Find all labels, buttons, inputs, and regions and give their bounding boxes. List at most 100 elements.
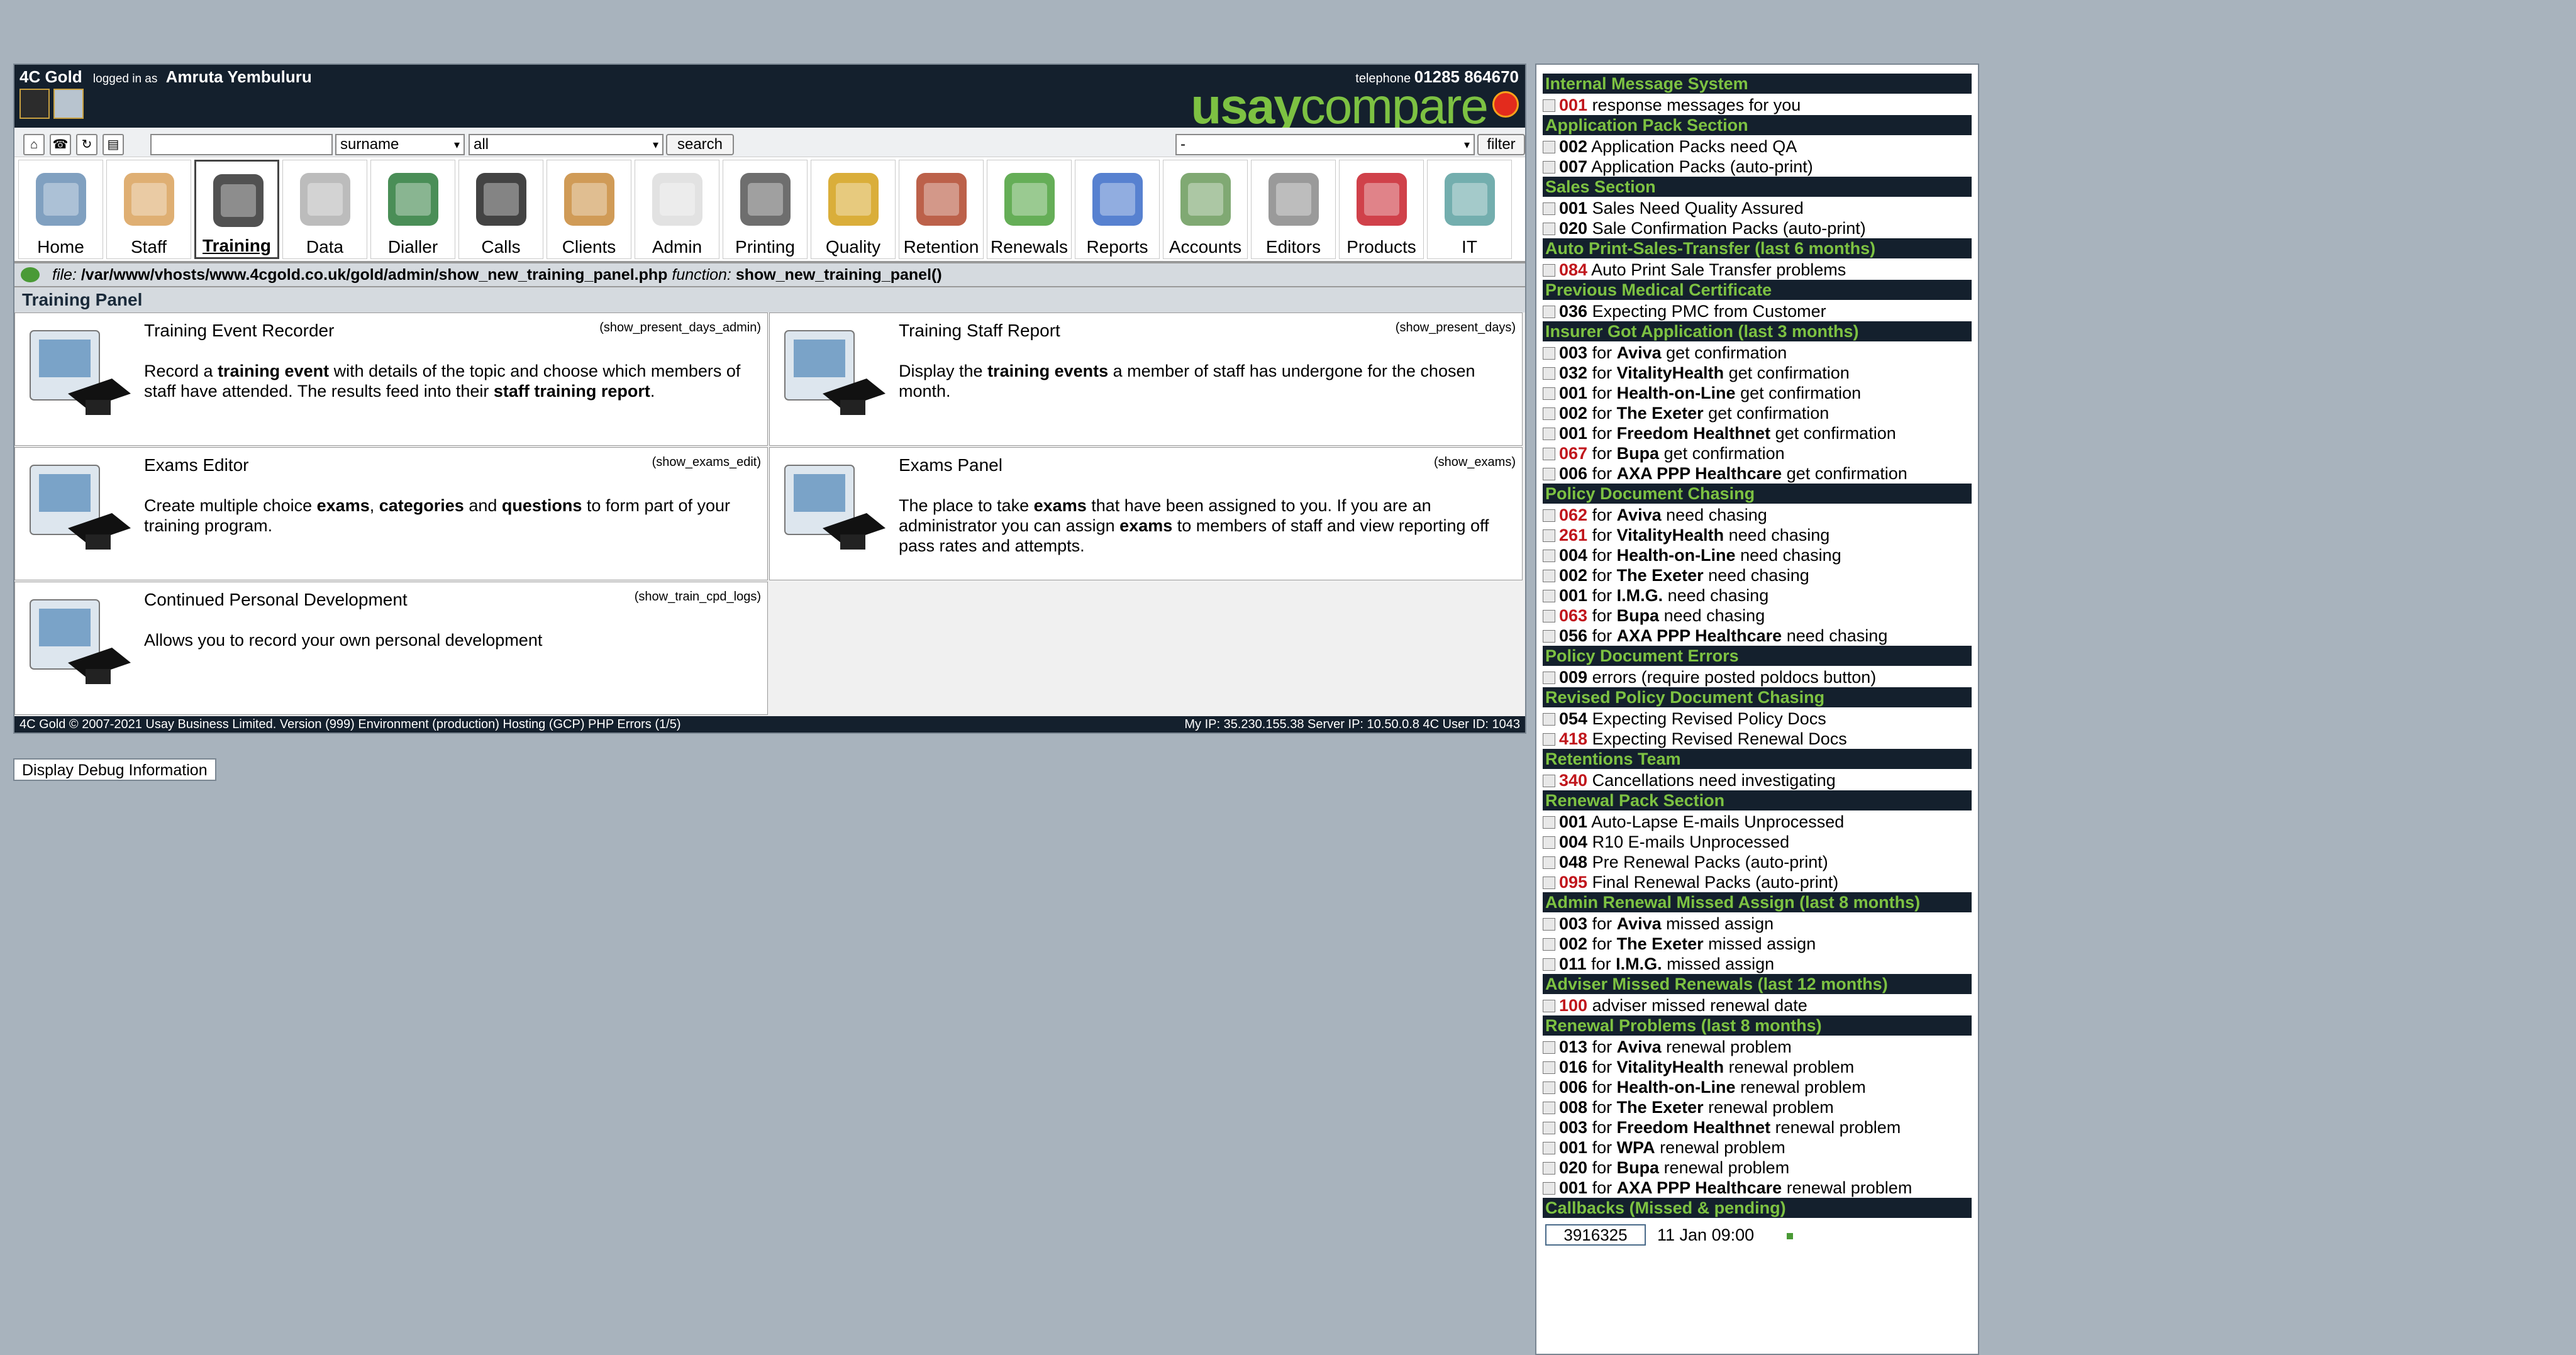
org-chart-icon[interactable] (19, 89, 50, 119)
file-info-bar: file: /var/www/vhosts/www.4cgold.co.uk/g… (14, 262, 1525, 287)
nav-it[interactable]: IT (1427, 160, 1512, 259)
card-show_train_cpd_logs[interactable]: Continued Personal Development (show_trai… (14, 582, 768, 715)
card-title[interactable]: Continued Personal Development (144, 590, 408, 610)
refresh-small-icon[interactable]: ↻ (76, 134, 97, 155)
status-icon (1543, 1041, 1555, 1054)
sidebar-item[interactable]: 032 for VitalityHealth get confirmation (1543, 363, 1972, 383)
training-cards: Training Event Recorder (show_present_day… (14, 312, 1525, 716)
card-title[interactable]: Exams Panel (899, 455, 1002, 475)
nav-staff[interactable]: Staff (106, 160, 191, 259)
sidebar-item[interactable]: 001 Sales Need Quality Assured (1543, 198, 1972, 218)
callback-id[interactable]: 3916325 (1545, 1224, 1646, 1246)
sidebar-item[interactable]: 418 Expecting Revised Renewal Docs (1543, 729, 1972, 749)
sidebar-item[interactable]: 054 Expecting Revised Policy Docs (1543, 709, 1972, 729)
nav-printing[interactable]: Printing (723, 160, 808, 259)
item-count: 020 (1559, 219, 1588, 238)
home-small-icon[interactable]: ⌂ (23, 134, 45, 155)
nav-quality[interactable]: Quality (811, 160, 896, 259)
house-icon (30, 164, 92, 235)
sidebar-item[interactable]: 009 errors (require posted poldocs butto… (1543, 667, 1972, 687)
nav-editors[interactable]: Editors (1251, 160, 1336, 259)
sidebar-item[interactable]: 007 Application Packs (auto-print) (1543, 157, 1972, 177)
sidebar-item[interactable]: 062 for Aviva need chasing (1543, 505, 1972, 525)
sidebar-item[interactable]: 001 for WPA renewal problem (1543, 1137, 1972, 1158)
nav-home[interactable]: Home (18, 160, 103, 259)
item-text: renewal problem (1655, 1138, 1785, 1157)
sidebar-item[interactable]: 006 for Health-on-Line renewal problem (1543, 1077, 1972, 1097)
nav-accounts[interactable]: Accounts (1163, 160, 1248, 259)
sidebar-item[interactable]: 067 for Bupa get confirmation (1543, 443, 1972, 463)
filter-select[interactable]: - ▾ (1175, 134, 1475, 155)
printer-queue-icon[interactable] (53, 89, 84, 119)
sidebar-item[interactable]: 001 for AXA PPP Healthcare renewal probl… (1543, 1178, 1972, 1198)
sidebar-item[interactable]: 008 for The Exeter renewal problem (1543, 1097, 1972, 1117)
nav-renewals[interactable]: Renewals (987, 160, 1072, 259)
nav-products[interactable]: Products (1339, 160, 1424, 259)
sidebar-item[interactable]: 020 Sale Confirmation Packs (auto-print) (1543, 218, 1972, 238)
card-show_present_days[interactable]: Training Staff Report (show_present_days)… (769, 312, 1523, 446)
card-show_exams[interactable]: Exams Panel (show_exams) The place to take… (769, 447, 1523, 580)
sidebar-item[interactable]: 340 Cancellations need investigating (1543, 770, 1972, 790)
filter-button[interactable]: filter (1477, 134, 1525, 155)
nav-data[interactable]: Data (282, 160, 367, 259)
sidebar-item[interactable]: 100 adviser missed renewal date (1543, 995, 1972, 1015)
sidebar-item[interactable]: 003 for Freedom Healthnet renewal proble… (1543, 1117, 1972, 1137)
sidebar-item[interactable]: 002 Application Packs need QA (1543, 136, 1972, 157)
sidebar-item[interactable]: 003 for Aviva get confirmation (1543, 343, 1972, 363)
sidebar-item[interactable]: 001 for Health-on-Line get confirmation (1543, 383, 1972, 403)
card-description: Allows you to record your own personal d… (144, 631, 543, 650)
sidebar-item[interactable]: 002 for The Exeter get confirmation (1543, 403, 1972, 423)
sidebar-item[interactable]: 016 for VitalityHealth renewal problem (1543, 1057, 1972, 1077)
section-heading: Revised Policy Document Chasing (1543, 687, 1972, 707)
sidebar-item[interactable]: 011 for I.M.G. missed assign (1543, 954, 1972, 974)
sidebar-item[interactable]: 001 Auto-Lapse E-mails Unprocessed (1543, 812, 1972, 832)
item-text: need chasing (1782, 626, 1888, 645)
item-insurer: VitalityHealth (1616, 363, 1724, 382)
presentation-graduation-icon (779, 324, 892, 438)
document-small-icon[interactable]: ▤ (103, 134, 124, 155)
sidebar-item[interactable]: 056 for AXA PPP Healthcare need chasing (1543, 626, 1972, 646)
sidebar-item[interactable]: 004 R10 E-mails Unprocessed (1543, 832, 1972, 852)
sidebar-item[interactable]: 063 for Bupa need chasing (1543, 606, 1972, 626)
phone-small-icon[interactable]: ☎ (50, 134, 71, 155)
search-scope-select[interactable]: all ▾ (469, 134, 663, 155)
nav-admin[interactable]: Admin (635, 160, 719, 259)
callback-row[interactable]: 3916325 11 Jan 09:00 (1543, 1222, 1972, 1248)
search-input[interactable] (150, 134, 333, 155)
nav-retention[interactable]: Retention (899, 160, 984, 259)
usaycompare-logo: usaycompare (1191, 78, 1489, 134)
item-count: 008 (1559, 1098, 1588, 1117)
sidebar-item[interactable]: 001 for Freedom Healthnet get confirmati… (1543, 423, 1972, 443)
nav-training[interactable]: Training (194, 160, 279, 259)
sidebar-item[interactable]: 003 for Aviva missed assign (1543, 914, 1972, 934)
alert-badge-icon[interactable] (1492, 91, 1519, 118)
sidebar-item[interactable]: 020 for Bupa renewal problem (1543, 1158, 1972, 1178)
card-show_present_days_admin[interactable]: Training Event Recorder (show_present_day… (14, 312, 768, 446)
sidebar-item[interactable]: 036 Expecting PMC from Customer (1543, 301, 1972, 321)
sidebar-item[interactable]: 095 Final Renewal Packs (auto-print) (1543, 872, 1972, 892)
section-heading: Renewal Problems (last 8 months) (1543, 1015, 1972, 1036)
sidebar-item[interactable]: 048 Pre Renewal Packs (auto-print) (1543, 852, 1972, 872)
sidebar-item[interactable]: 001 for I.M.G. need chasing (1543, 585, 1972, 606)
card-title[interactable]: Training Staff Report (899, 321, 1060, 341)
card-title[interactable]: Training Event Recorder (144, 321, 334, 341)
sidebar-item[interactable]: 261 for VitalityHealth need chasing (1543, 525, 1972, 545)
card-show_exams_edit[interactable]: Exams Editor (show_exams_edit) Create mult… (14, 447, 768, 580)
sidebar-item[interactable]: 002 for The Exeter need chasing (1543, 565, 1972, 585)
sidebar-item[interactable]: 084 Auto Print Sale Transfer problems (1543, 260, 1972, 280)
sidebar-item[interactable]: 001 response messages for you (1543, 95, 1972, 115)
item-text: Application Packs (auto-print) (1587, 157, 1813, 176)
card-title[interactable]: Exams Editor (144, 455, 249, 475)
nav-clients[interactable]: Clients (547, 160, 631, 259)
sidebar-item[interactable]: 004 for Health-on-Line need chasing (1543, 545, 1972, 565)
search-button[interactable]: search (666, 134, 734, 155)
nav-calls[interactable]: Calls (458, 160, 543, 259)
search-field-select[interactable]: surname ▾ (335, 134, 465, 155)
sidebar-item[interactable]: 006 for AXA PPP Healthcare get confirmat… (1543, 463, 1972, 484)
display-debug-button[interactable]: Display Debug Information (13, 758, 216, 781)
nav-dialler[interactable]: Dialler (370, 160, 455, 259)
sidebar-item[interactable]: 013 for Aviva renewal problem (1543, 1037, 1972, 1057)
sidebar-item[interactable]: 002 for The Exeter missed assign (1543, 934, 1972, 954)
item-for: for (1587, 1078, 1617, 1097)
nav-reports[interactable]: Reports (1075, 160, 1160, 259)
